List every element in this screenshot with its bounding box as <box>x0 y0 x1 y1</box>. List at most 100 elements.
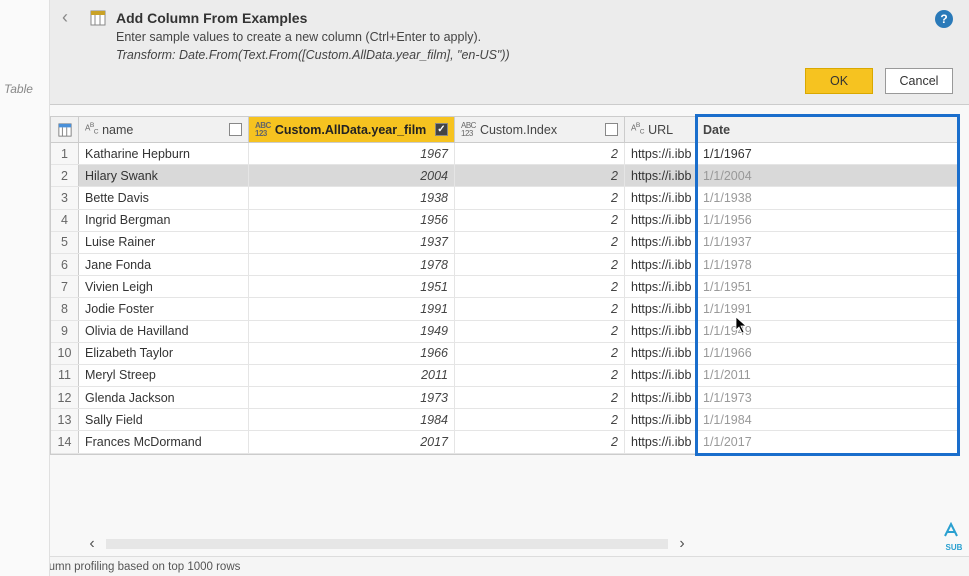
col-header-url[interactable]: ABC URL <box>625 117 697 142</box>
cell-year[interactable]: 2017 <box>249 431 455 452</box>
cell-year[interactable]: 1949 <box>249 321 455 342</box>
cell-new-date[interactable]: 1/1/1938 <box>697 187 959 208</box>
col-select-checkbox[interactable] <box>229 123 242 136</box>
cell-name[interactable]: Frances McDormand <box>79 431 249 452</box>
col-header-year[interactable]: ABC123 Custom.AllData.year_film <box>249 117 455 142</box>
cell-year[interactable]: 1991 <box>249 298 455 319</box>
cell-name[interactable]: Hilary Swank <box>79 165 249 186</box>
table-row[interactable]: 6Jane Fonda19782https://i.ibb1/1/1978 <box>51 254 959 276</box>
cell-name[interactable]: Sally Field <box>79 409 249 430</box>
table-row[interactable]: 3Bette Davis19382https://i.ibb1/1/1938 <box>51 187 959 209</box>
cell-new-date[interactable]: 1/1/1951 <box>697 276 959 297</box>
cell-url[interactable]: https://i.ibb <box>625 276 697 297</box>
cell-index[interactable]: 2 <box>455 365 625 386</box>
help-icon[interactable]: ? <box>935 10 953 28</box>
cell-year[interactable]: 1951 <box>249 276 455 297</box>
scroll-left-icon[interactable]: ‹ <box>82 535 102 553</box>
table-row[interactable]: 4Ingrid Bergman19562https://i.ibb1/1/195… <box>51 210 959 232</box>
cell-index[interactable]: 2 <box>455 165 625 186</box>
table-row[interactable]: 8Jodie Foster19912https://i.ibb1/1/1991 <box>51 298 959 320</box>
cell-new-date[interactable]: 1/1/1973 <box>697 387 959 408</box>
table-row[interactable]: 7Vivien Leigh19512https://i.ibb1/1/1951 <box>51 276 959 298</box>
table-row[interactable]: 13Sally Field19842https://i.ibb1/1/1984 <box>51 409 959 431</box>
cell-new-date[interactable]: 1/1/1966 <box>697 343 959 364</box>
cell-index[interactable]: 2 <box>455 187 625 208</box>
cell-year[interactable]: 1967 <box>249 143 455 164</box>
cell-year[interactable]: 1984 <box>249 409 455 430</box>
ok-button[interactable]: OK <box>805 68 873 94</box>
cell-url[interactable]: https://i.ibb <box>625 232 697 253</box>
cell-new-date[interactable]: 1/1/1978 <box>697 254 959 275</box>
cell-year[interactable]: 1938 <box>249 187 455 208</box>
cell-name[interactable]: Ingrid Bergman <box>79 210 249 231</box>
col-header-index[interactable]: ABC123 Custom.Index <box>455 117 625 142</box>
cell-url[interactable]: https://i.ibb <box>625 431 697 452</box>
cell-year[interactable]: 1956 <box>249 210 455 231</box>
cell-index[interactable]: 2 <box>455 276 625 297</box>
cell-new-date[interactable]: 1/1/2017 <box>697 431 959 452</box>
scroll-track[interactable] <box>106 539 668 549</box>
cell-url[interactable]: https://i.ibb <box>625 165 697 186</box>
cell-index[interactable]: 2 <box>455 431 625 452</box>
cell-year[interactable]: 2011 <box>249 365 455 386</box>
cell-year[interactable]: 1973 <box>249 387 455 408</box>
cell-name[interactable]: Elizabeth Taylor <box>79 343 249 364</box>
table-row[interactable]: 12Glenda Jackson19732https://i.ibb1/1/19… <box>51 387 959 409</box>
col-header-new-date[interactable]: Date <box>697 117 959 142</box>
cell-name[interactable]: Jodie Foster <box>79 298 249 319</box>
cell-name[interactable]: Jane Fonda <box>79 254 249 275</box>
cell-new-date[interactable]: 1/1/1937 <box>697 232 959 253</box>
cell-year[interactable]: 1966 <box>249 343 455 364</box>
cell-year[interactable]: 1937 <box>249 232 455 253</box>
cell-name[interactable]: Vivien Leigh <box>79 276 249 297</box>
cell-index[interactable]: 2 <box>455 298 625 319</box>
cell-url[interactable]: https://i.ibb <box>625 187 697 208</box>
cell-new-date[interactable]: 1/1/1956 <box>697 210 959 231</box>
cell-name[interactable]: Meryl Streep <box>79 365 249 386</box>
table-row[interactable]: 10Elizabeth Taylor19662https://i.ibb1/1/… <box>51 343 959 365</box>
back-chevron-icon[interactable]: ‹ <box>62 10 80 28</box>
cell-url[interactable]: https://i.ibb <box>625 365 697 386</box>
cell-year[interactable]: 2004 <box>249 165 455 186</box>
cell-name[interactable]: Luise Rainer <box>79 232 249 253</box>
cell-url[interactable]: https://i.ibb <box>625 343 697 364</box>
col-select-checkbox[interactable] <box>435 123 448 136</box>
cell-url[interactable]: https://i.ibb <box>625 210 697 231</box>
cancel-button[interactable]: Cancel <box>885 68 953 94</box>
cell-new-date[interactable]: 1/1/1967 <box>697 143 959 164</box>
cell-name[interactable]: Glenda Jackson <box>79 387 249 408</box>
cell-url[interactable]: https://i.ibb <box>625 321 697 342</box>
cell-url[interactable]: https://i.ibb <box>625 387 697 408</box>
col-header-name[interactable]: ABC name <box>79 117 249 142</box>
cell-new-date[interactable]: 1/1/2011 <box>697 365 959 386</box>
cell-index[interactable]: 2 <box>455 143 625 164</box>
data-grid[interactable]: ABC name ABC123 Custom.AllData.year_film… <box>50 116 960 455</box>
cell-index[interactable]: 2 <box>455 343 625 364</box>
cell-url[interactable]: https://i.ibb <box>625 298 697 319</box>
cell-year[interactable]: 1978 <box>249 254 455 275</box>
horizontal-scrollbar[interactable]: ‹ › <box>82 536 692 552</box>
cell-index[interactable]: 2 <box>455 232 625 253</box>
cell-index[interactable]: 2 <box>455 210 625 231</box>
cell-url[interactable]: https://i.ibb <box>625 143 697 164</box>
cell-index[interactable]: 2 <box>455 321 625 342</box>
table-row[interactable]: 14Frances McDormand20172https://i.ibb1/1… <box>51 431 959 453</box>
cell-new-date[interactable]: 1/1/1984 <box>697 409 959 430</box>
cell-index[interactable]: 2 <box>455 409 625 430</box>
cell-url[interactable]: https://i.ibb <box>625 409 697 430</box>
scroll-right-icon[interactable]: › <box>672 535 692 553</box>
cell-url[interactable]: https://i.ibb <box>625 254 697 275</box>
table-row[interactable]: 2Hilary Swank20042https://i.ibb1/1/2004 <box>51 165 959 187</box>
cell-name[interactable]: Katharine Hepburn <box>79 143 249 164</box>
table-row[interactable]: 1Katharine Hepburn19672https://i.ibb1/1/… <box>51 143 959 165</box>
cell-name[interactable]: Olivia de Havilland <box>79 321 249 342</box>
table-row[interactable]: 9Olivia de Havilland19492https://i.ibb1/… <box>51 321 959 343</box>
table-row[interactable]: 5Luise Rainer19372https://i.ibb1/1/1937 <box>51 232 959 254</box>
cell-index[interactable]: 2 <box>455 387 625 408</box>
cell-name[interactable]: Bette Davis <box>79 187 249 208</box>
select-all-corner[interactable] <box>51 117 79 142</box>
table-row[interactable]: 11Meryl Streep20112https://i.ibb1/1/2011 <box>51 365 959 387</box>
cell-new-date[interactable]: 1/1/2004 <box>697 165 959 186</box>
col-select-checkbox[interactable] <box>605 123 618 136</box>
cell-index[interactable]: 2 <box>455 254 625 275</box>
